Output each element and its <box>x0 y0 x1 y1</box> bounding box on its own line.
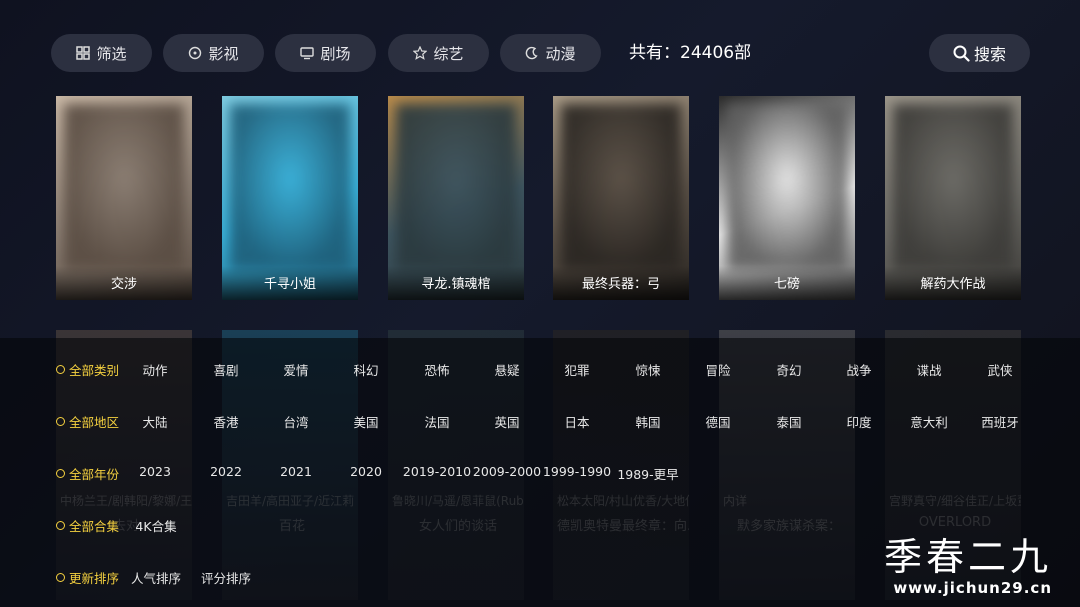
poster-card[interactable]: 寻龙.镇魂棺 <box>388 96 524 300</box>
filter-option[interactable]: 西班牙 <box>965 412 1035 431</box>
filter-option[interactable]: 评分排序 <box>191 568 261 587</box>
poster-title: 寻龙.镇魂棺 <box>388 266 524 300</box>
filter-option[interactable]: 1989-更早 <box>613 464 683 483</box>
filter-option[interactable]: 美国 <box>331 412 401 431</box>
filter-option[interactable]: 泰国 <box>754 412 824 431</box>
filter-option[interactable]: 大陆 <box>120 412 190 431</box>
grid-icon <box>76 46 91 60</box>
filter-option[interactable]: 犯罪 <box>542 360 612 379</box>
search-button[interactable]: 搜索 <box>929 34 1030 72</box>
filter-head-category[interactable]: 全部类别 <box>56 360 119 379</box>
series-tab[interactable]: 剧场 <box>275 34 376 72</box>
radio-icon <box>56 469 65 478</box>
anime-tab[interactable]: 动漫 <box>500 34 601 72</box>
filter-option[interactable]: 2023 <box>120 464 190 479</box>
filter-option[interactable]: 法国 <box>402 412 472 431</box>
poster-title: 最终兵器：弓 <box>553 266 689 300</box>
filter-head-label: 更新排序 <box>69 571 120 586</box>
radio-icon <box>56 521 65 530</box>
moon-icon <box>526 46 539 60</box>
radio-icon <box>56 417 65 426</box>
filter-option[interactable]: 德国 <box>683 412 753 431</box>
watermark-title: 季春二九 <box>883 535 1052 579</box>
filter-option[interactable]: 惊悚 <box>613 360 683 379</box>
filter-head-sort[interactable]: 更新排序 <box>56 568 119 587</box>
radio-icon <box>56 365 65 374</box>
filter-option[interactable]: 2021 <box>261 464 331 479</box>
series-tab-label: 剧场 <box>320 44 351 63</box>
filter-tab[interactable]: 筛选 <box>51 34 152 72</box>
filter-option[interactable]: 香港 <box>191 412 261 431</box>
filter-option[interactable]: 1999-1990 <box>542 464 612 479</box>
filter-row-region: 全部地区 大陆 香港 台湾 美国 法国 英国 日本 韩国 德国 泰国 印度 意大利 西班牙 <box>0 412 1080 432</box>
variety-tab-label: 综艺 <box>433 44 464 63</box>
filter-option[interactable]: 奇幻 <box>754 360 824 379</box>
filter-option[interactable]: 4K合集 <box>121 516 191 535</box>
filter-option[interactable]: 科幻 <box>331 360 401 379</box>
poster-image <box>64 104 184 270</box>
poster-image <box>561 104 681 270</box>
poster-card[interactable]: 千寻小姐 <box>222 96 358 300</box>
search-icon <box>953 45 970 62</box>
filter-option[interactable]: 爱情 <box>261 360 331 379</box>
filter-option[interactable]: 2022 <box>191 464 261 479</box>
film-icon <box>189 46 202 60</box>
filter-head-region[interactable]: 全部地区 <box>56 412 119 431</box>
filter-option[interactable]: 意大利 <box>894 412 964 431</box>
filter-option[interactable]: 2020 <box>331 464 401 479</box>
star-icon <box>413 46 428 60</box>
total-count: 共有：24406部 <box>629 43 752 63</box>
watermark-url: www.jichun29.cn <box>893 579 1052 597</box>
filter-head-collection[interactable]: 全部合集 <box>56 516 119 535</box>
filter-head-label: 全部类别 <box>69 363 120 378</box>
filter-option[interactable]: 2009-2000 <box>472 464 542 479</box>
filter-option[interactable]: 英国 <box>472 412 542 431</box>
poster-card[interactable]: 解药大作战 <box>885 96 1021 300</box>
filter-head-label: 全部年份 <box>69 467 120 482</box>
poster-image <box>727 104 847 270</box>
anime-tab-label: 动漫 <box>545 44 576 63</box>
filter-tab-label: 筛选 <box>96 44 127 63</box>
poster-image <box>396 104 516 270</box>
poster-title: 千寻小姐 <box>222 266 358 300</box>
variety-tab[interactable]: 综艺 <box>388 34 489 72</box>
top-bar: 筛选 影视 剧场 综艺 动漫 共有：24406部 搜索 <box>51 34 1030 72</box>
poster-title: 七磅 <box>719 266 855 300</box>
poster-card[interactable]: 最终兵器：弓 <box>553 96 689 300</box>
filter-option[interactable]: 喜剧 <box>191 360 261 379</box>
filter-head-year[interactable]: 全部年份 <box>56 464 119 483</box>
watermark: 季春二九 www.jichun29.cn <box>884 535 1052 597</box>
filter-option[interactable]: 日本 <box>542 412 612 431</box>
tv-icon <box>300 47 315 60</box>
filter-option[interactable]: 台湾 <box>261 412 331 431</box>
poster-image <box>230 104 350 270</box>
filter-row-category: 全部类别 动作 喜剧 爱情 科幻 恐怖 悬疑 犯罪 惊悚 冒险 奇幻 战争 谍战 武侠 <box>0 360 1080 380</box>
movies-tab-label: 影视 <box>208 44 239 63</box>
poster-image <box>893 104 1013 270</box>
filter-option[interactable]: 印度 <box>824 412 894 431</box>
filter-option[interactable]: 2019-2010 <box>402 464 472 479</box>
filter-option[interactable]: 悬疑 <box>472 360 542 379</box>
poster-title: 交涉 <box>56 266 192 300</box>
radio-icon <box>56 573 65 582</box>
filter-option[interactable]: 动作 <box>120 360 190 379</box>
filter-head-label: 全部合集 <box>69 519 120 534</box>
filter-option[interactable]: 冒险 <box>683 360 753 379</box>
filter-option[interactable]: 恐怖 <box>402 360 472 379</box>
filter-row-collection: 全部合集 4K合集 <box>0 516 1080 536</box>
poster-card[interactable]: 交涉 <box>56 96 192 300</box>
movies-tab[interactable]: 影视 <box>163 34 264 72</box>
filter-row-year: 全部年份 2023 2022 2021 2020 2019-2010 2009-2000 19… <box>0 464 1080 484</box>
filter-head-label: 全部地区 <box>69 415 120 430</box>
filter-option[interactable]: 谍战 <box>894 360 964 379</box>
poster-card[interactable]: 七磅 <box>719 96 855 300</box>
search-label: 搜索 <box>973 45 1006 64</box>
filter-option[interactable]: 武侠 <box>965 360 1035 379</box>
filter-option[interactable]: 韩国 <box>613 412 683 431</box>
filter-option[interactable]: 人气排序 <box>121 568 191 587</box>
poster-title: 解药大作战 <box>885 266 1021 300</box>
filter-option[interactable]: 战争 <box>824 360 894 379</box>
